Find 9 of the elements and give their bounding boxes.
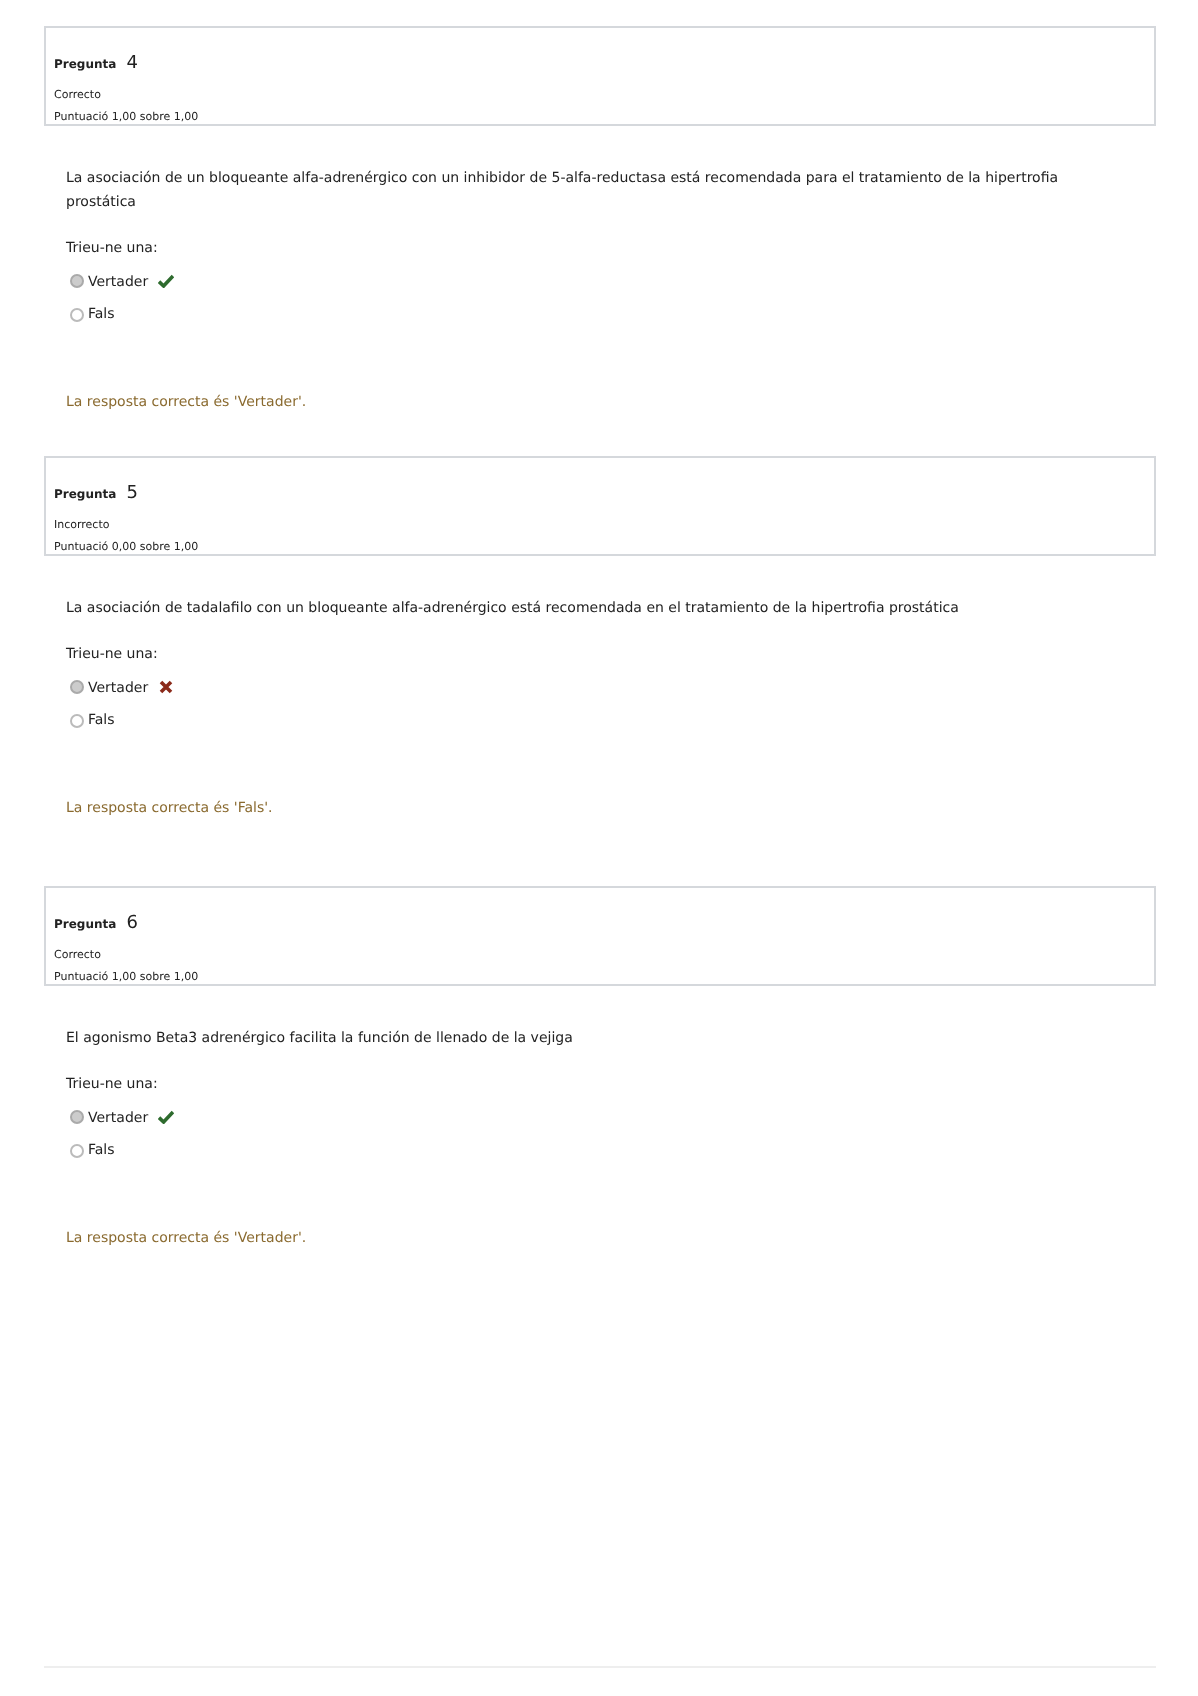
radio-button[interactable] — [70, 680, 84, 695]
radio-button[interactable] — [70, 1143, 84, 1158]
question-number: 6 — [126, 914, 139, 934]
radio-button[interactable] — [70, 274, 84, 289]
radio-button[interactable] — [70, 713, 84, 728]
question-number: 5 — [126, 484, 139, 504]
question-number: 4 — [126, 54, 139, 74]
radio-button[interactable] — [70, 307, 84, 322]
radio-button[interactable] — [70, 1110, 84, 1125]
